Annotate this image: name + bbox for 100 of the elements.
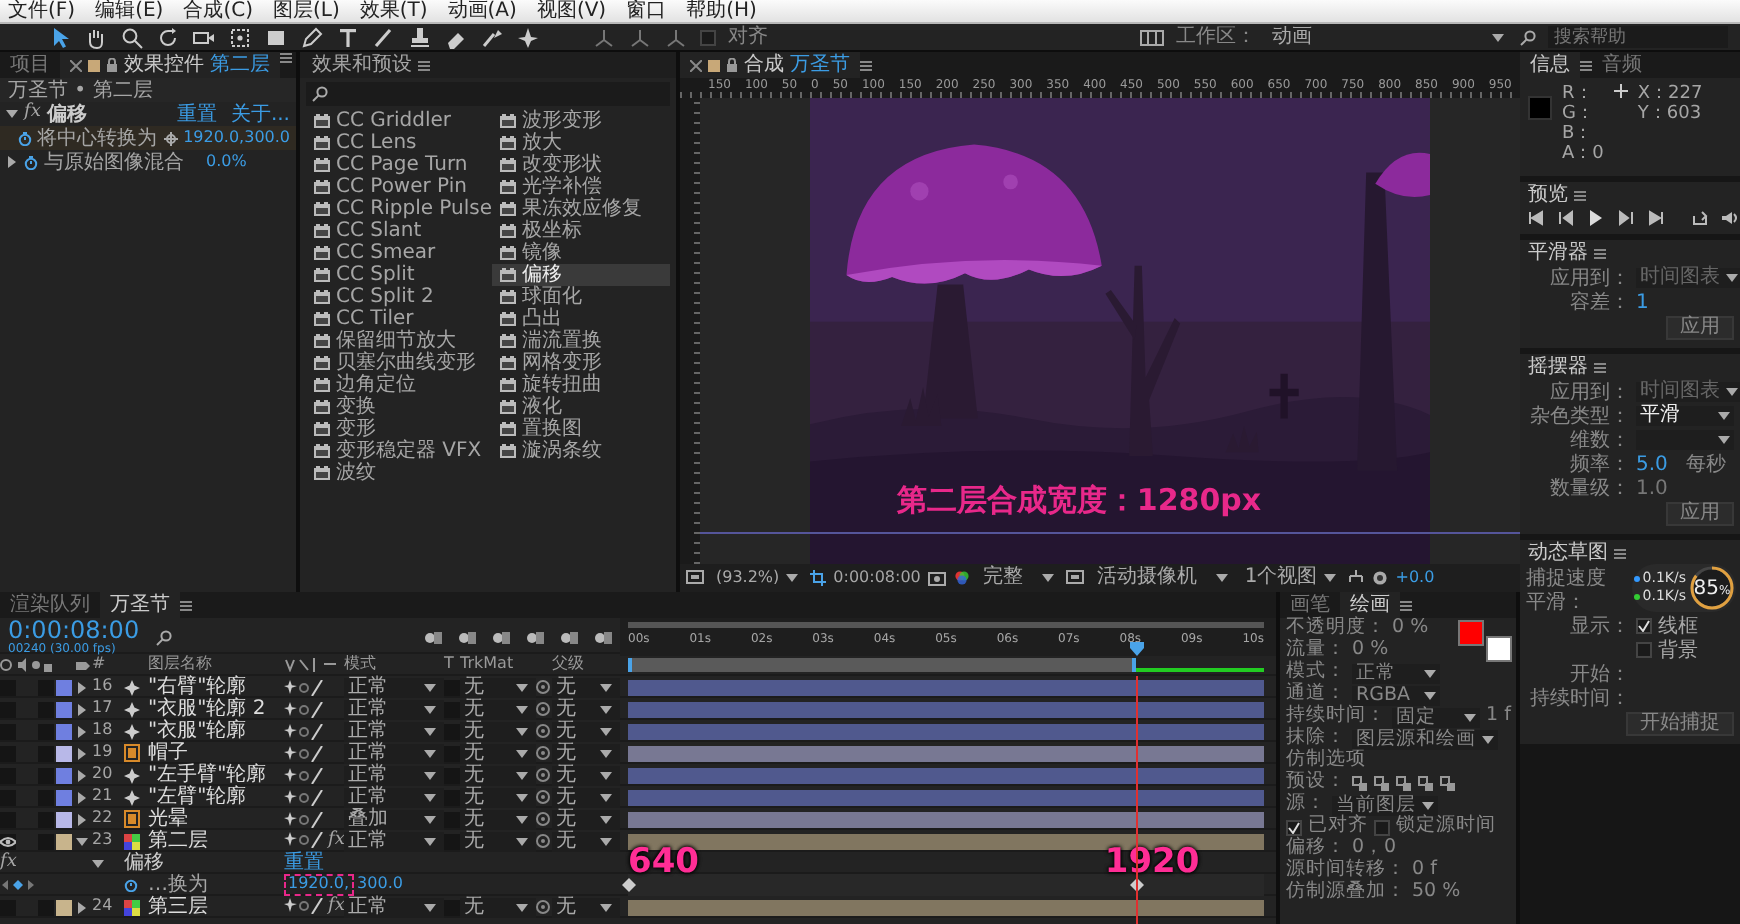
frequency-value[interactable]: 5.0 — [1636, 453, 1668, 475]
layer-name[interactable]: 光晕 — [148, 808, 284, 830]
effect-item[interactable]: 液化 — [492, 396, 670, 418]
menu-icon[interactable] — [418, 59, 430, 71]
mode-dropdown[interactable]: 正常 — [344, 677, 444, 697]
close-icon[interactable] — [70, 59, 82, 71]
parent-dropdown[interactable]: 无 — [552, 721, 620, 741]
mode-dropdown[interactable]: 正常 — [344, 831, 444, 851]
pick-whip-icon[interactable] — [536, 900, 550, 914]
panel-tab[interactable]: 效果控件 第二层 — [60, 52, 280, 78]
property-row[interactable]: 将中心转换为 1920.0,300.0 — [0, 126, 296, 150]
stamp-icon[interactable] — [408, 25, 432, 49]
timecode[interactable]: 0:00:08:00 — [8, 618, 140, 642]
effect-item[interactable]: CC Ripple Pulse — [306, 198, 493, 220]
noise-type-dropdown[interactable]: 平滑 — [1636, 406, 1734, 426]
camera-dropdown[interactable]: 活动摄像机 — [1092, 568, 1233, 588]
label-color-swatch[interactable] — [56, 679, 72, 695]
panel-tab[interactable]: 项目 — [0, 52, 60, 78]
rotate-icon[interactable] — [156, 25, 180, 49]
mode-dropdown[interactable]: 正常 — [344, 721, 444, 741]
layer-bar[interactable] — [628, 679, 1264, 695]
effect-item[interactable]: 贝塞尔曲线变形 — [306, 352, 493, 374]
menu-icon[interactable] — [860, 59, 872, 71]
next-frame-icon[interactable] — [1618, 210, 1634, 226]
effect-item[interactable]: 凸出 — [492, 308, 670, 330]
foreground-color-swatch[interactable] — [1458, 620, 1484, 646]
search-field[interactable] — [306, 82, 670, 106]
mode-dropdown[interactable]: 正常 — [344, 765, 444, 785]
layer-name[interactable]: "衣服"轮廓 — [148, 720, 284, 742]
property-value[interactable]: 300.0 — [353, 874, 407, 896]
roto-brush-icon[interactable] — [480, 25, 504, 49]
menu-item[interactable]: 帮助(H) — [686, 0, 757, 22]
parent-dropdown[interactable]: 无 — [552, 897, 620, 917]
reset-link[interactable]: 重置 — [176, 103, 217, 125]
dimension-dropdown[interactable] — [1636, 430, 1734, 450]
menu-icon[interactable] — [1574, 189, 1586, 201]
parent-dropdown[interactable]: 无 — [552, 699, 620, 719]
checkbox[interactable] — [1636, 618, 1652, 634]
menu-item[interactable]: 效果(T) — [359, 0, 428, 22]
panel-tab[interactable]: 绘画 — [1340, 592, 1400, 618]
menu-item[interactable]: 合成(C) — [183, 0, 253, 22]
crosshair-icon[interactable] — [163, 131, 178, 145]
label-color-swatch[interactable] — [56, 745, 72, 761]
property-value[interactable]: 0.0% — [206, 153, 247, 171]
track-matte-dropdown[interactable]: 无 — [460, 787, 536, 807]
property-row[interactable]: 与原始图像混合 0.0% — [0, 150, 296, 174]
track-matte-dropdown[interactable]: 无 — [460, 743, 536, 763]
panel-tab[interactable]: 画笔 — [1280, 592, 1340, 618]
effect-item[interactable]: CC Page Turn — [306, 154, 493, 176]
brush-icon[interactable] — [372, 25, 396, 49]
timecode[interactable]: 0:00:08:00 — [833, 569, 921, 587]
field-value[interactable]: 0 % — [1392, 618, 1429, 640]
layer-bar[interactable] — [628, 789, 1264, 805]
layer-bar[interactable] — [628, 767, 1264, 783]
menu-icon[interactable] — [180, 599, 192, 611]
track-matte-dropdown[interactable]: 无 — [460, 721, 536, 741]
parent-dropdown[interactable]: 无 — [552, 787, 620, 807]
effect-item[interactable]: CC Smear — [306, 242, 493, 264]
menu-item[interactable]: 图层(L) — [272, 0, 340, 22]
effect-item[interactable]: 边角定位 — [306, 374, 493, 396]
dropdown[interactable]: 图层源和绘画 — [1352, 729, 1498, 749]
search-field[interactable]: 搜索帮助 — [1548, 26, 1728, 48]
expanded-triangle-icon[interactable] — [76, 835, 88, 847]
parent-dropdown[interactable]: 无 — [552, 809, 620, 829]
field-value[interactable]: 0，0 — [1352, 838, 1397, 860]
label-color-swatch[interactable] — [56, 811, 72, 827]
keyframe-navigator-icon[interactable] — [0, 878, 36, 892]
effect-item[interactable]: CC Split — [306, 264, 493, 286]
panel-tab[interactable]: 信息 — [1520, 52, 1580, 78]
track-matte-dropdown[interactable]: 无 — [460, 897, 536, 917]
expanded-triangle-icon[interactable] — [92, 857, 104, 869]
dropdown[interactable]: 当前图层 — [1332, 795, 1438, 815]
panel-tab[interactable]: 音频 — [1592, 52, 1652, 78]
effect-item[interactable]: CC Split 2 — [306, 286, 493, 308]
type-tool-icon[interactable] — [336, 25, 360, 49]
property-value[interactable]: 1920.0, — [284, 874, 354, 896]
workspace-dropdown[interactable]: 动画 — [1268, 27, 1508, 47]
exposure-value[interactable]: +0.0 — [1395, 569, 1435, 587]
search-icon[interactable] — [312, 86, 328, 102]
effect-item[interactable]: 漩涡条纹 — [492, 440, 670, 462]
panel-tab[interactable]: 万圣节 — [100, 592, 180, 618]
tolerance-value[interactable]: 1 — [1636, 291, 1649, 313]
world-axis-icon[interactable] — [628, 25, 652, 49]
mode-dropdown[interactable]: 正常 — [344, 699, 444, 719]
collapsed-triangle-icon[interactable] — [76, 901, 88, 913]
effect-item[interactable]: 球面化 — [492, 286, 670, 308]
dropdown[interactable]: RGBA — [1352, 685, 1440, 705]
checkbox[interactable] — [1286, 819, 1302, 835]
collapsed-triangle-icon[interactable] — [76, 769, 88, 781]
parent-dropdown[interactable]: 无 — [552, 765, 620, 785]
stopwatch-icon[interactable] — [17, 131, 32, 145]
collapsed-triangle-icon[interactable] — [76, 813, 88, 825]
label-color-swatch[interactable] — [56, 833, 72, 849]
about-link[interactable]: 关于... — [230, 103, 290, 125]
stopwatch-icon[interactable] — [24, 155, 38, 169]
panel-tab[interactable]: 渲染队列 — [0, 592, 100, 618]
lock-icon[interactable] — [726, 58, 738, 72]
playhead-marker-icon[interactable] — [1130, 642, 1145, 656]
start-capture-button[interactable]: 开始捕捉 — [1626, 712, 1734, 736]
field-value[interactable]: 0 % — [1352, 640, 1389, 662]
